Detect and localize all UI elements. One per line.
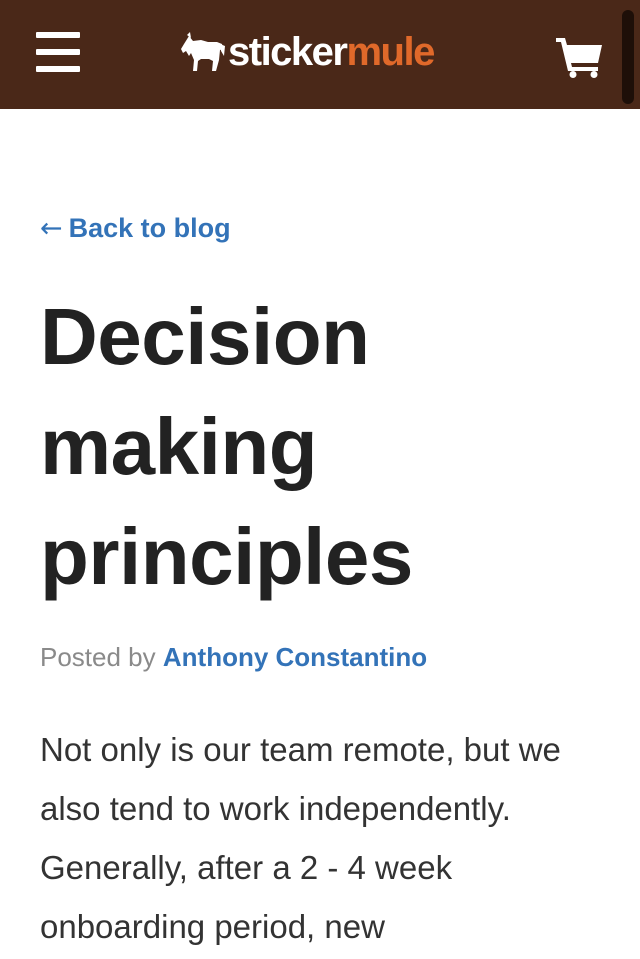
left-arrow-icon: ←	[40, 213, 63, 244]
menu-bar-line	[36, 66, 80, 72]
cart-glyph	[556, 38, 602, 78]
hamburger-menu-icon[interactable]	[36, 32, 82, 74]
mule-icon	[181, 32, 225, 71]
article-byline: Posted by Anthony Constantino	[40, 640, 427, 674]
menu-bar-line	[36, 49, 80, 55]
logo-wordmark: stickermule	[228, 26, 435, 78]
sticker-mule-logo[interactable]: stickermule	[180, 26, 435, 78]
top-navigation-bar: stickermule	[0, 0, 640, 109]
byline-prefix: Posted by	[40, 642, 156, 672]
author-link[interactable]: Anthony Constantino	[163, 642, 427, 672]
article-title: Decision making principles	[40, 292, 413, 601]
logo-word-sticker: sticker	[228, 30, 348, 74]
back-to-blog-link[interactable]: ← Back to blog	[40, 210, 231, 247]
shopping-cart-icon[interactable]	[556, 36, 604, 78]
menu-bar-line	[36, 32, 80, 38]
scrollbar-thumb[interactable]	[622, 10, 634, 104]
back-to-blog-label: Back to blog	[68, 213, 231, 243]
logo-word-mule: mule	[346, 30, 435, 74]
article-intro-paragraph: Not only is our team remote, but we also…	[40, 731, 561, 945]
